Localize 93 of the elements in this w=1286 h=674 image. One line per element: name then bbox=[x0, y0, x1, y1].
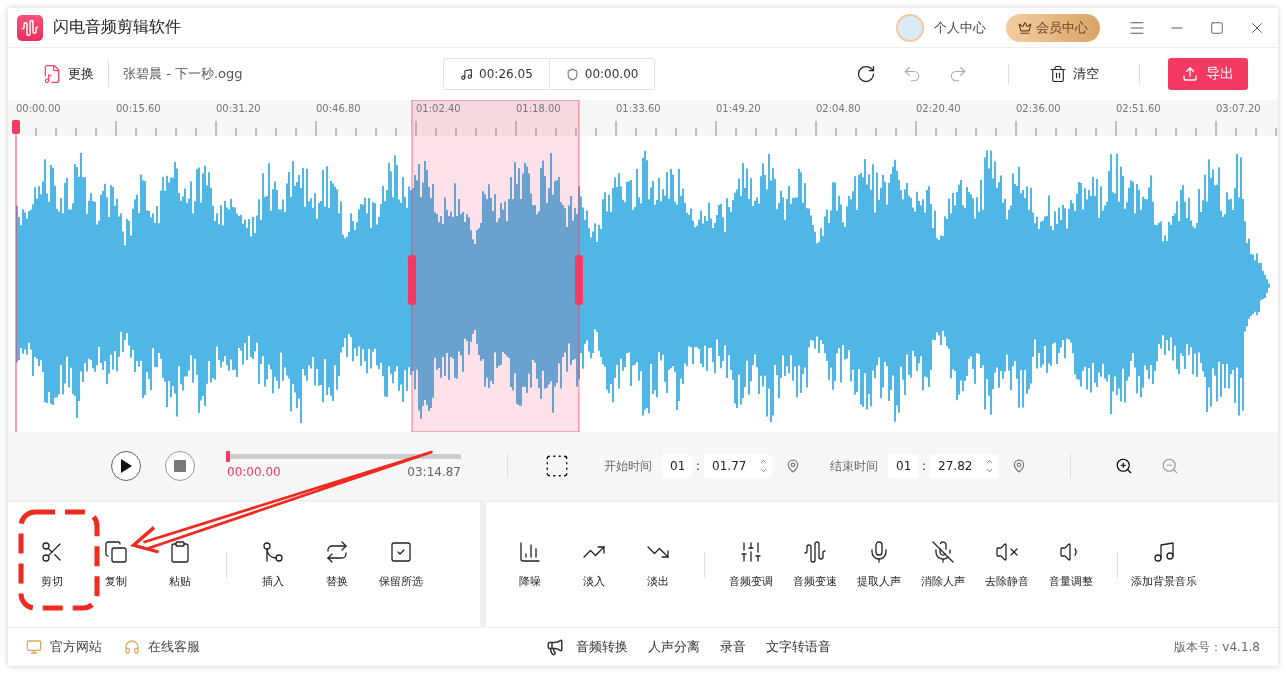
music-note-icon bbox=[1152, 540, 1176, 564]
ruler-label: 00:31.20 bbox=[216, 103, 261, 114]
stop-icon bbox=[174, 460, 186, 472]
app-logo-icon bbox=[17, 14, 43, 41]
ruler-label: 00:00.00 bbox=[16, 103, 61, 114]
sliders-icon bbox=[739, 540, 763, 564]
tool-button[interactable]: 提取人声 bbox=[847, 540, 911, 589]
undo-icon[interactable] bbox=[902, 64, 922, 84]
copy-icon bbox=[104, 540, 128, 564]
file-name: 张碧晨 - 下一秒.ogg bbox=[123, 65, 243, 83]
ruler-label: 00:46.80 bbox=[316, 103, 361, 114]
spinner-icon[interactable] bbox=[985, 457, 995, 475]
time-separator: : bbox=[922, 459, 927, 473]
play-icon bbox=[120, 459, 132, 473]
tool-button[interactable]: 音频变速 bbox=[783, 540, 847, 589]
footer-link[interactable]: 在线客服 bbox=[124, 638, 200, 656]
feature-link[interactable]: 音频转换 bbox=[575, 638, 628, 656]
music-file-icon bbox=[42, 64, 62, 84]
paste-icon bbox=[168, 540, 192, 564]
ruler-label: 01:33.60 bbox=[616, 103, 661, 114]
tool-button[interactable]: 消除人声 bbox=[911, 540, 975, 589]
tool-button[interactable]: 音量调整 bbox=[1039, 540, 1103, 589]
selection-frame-icon[interactable] bbox=[544, 453, 570, 479]
megaphone-icon bbox=[545, 638, 564, 656]
play-button[interactable] bbox=[111, 451, 141, 481]
replace-icon bbox=[325, 540, 349, 564]
end-minute-field[interactable]: 01 bbox=[888, 454, 919, 478]
pin-icon[interactable] bbox=[1012, 459, 1027, 473]
window-title: 闪电音频剪辑软件 bbox=[53, 17, 182, 38]
ruler-label: 02:04.80 bbox=[816, 103, 861, 114]
refresh-icon[interactable] bbox=[856, 64, 876, 84]
tool-button[interactable]: 音频变调 bbox=[719, 540, 783, 589]
version-label: 版本号：v4.1.8 bbox=[1174, 638, 1260, 656]
tool-button[interactable]: 替换 bbox=[305, 540, 369, 589]
start-second-field[interactable]: 01.77 bbox=[704, 454, 773, 478]
trash-icon bbox=[1049, 65, 1067, 83]
noise-bars-icon bbox=[518, 540, 542, 564]
ruler-label: 01:18.00 bbox=[516, 103, 561, 114]
clear-button[interactable]: 清空 bbox=[1049, 65, 1099, 83]
crown-icon bbox=[1018, 20, 1032, 35]
insert-icon bbox=[261, 540, 285, 564]
end-time-label: 结束时间 bbox=[830, 457, 879, 475]
account-link[interactable]: 个人中心 bbox=[934, 18, 986, 37]
progress-track[interactable] bbox=[227, 453, 461, 459]
tool-button[interactable]: 去除静音 bbox=[975, 540, 1039, 589]
end-second-field[interactable]: 27.82 bbox=[930, 454, 999, 478]
tool-button[interactable]: 降噪 bbox=[498, 540, 562, 589]
progress-thumb[interactable] bbox=[226, 450, 230, 462]
feature-link[interactable]: 人声分离 bbox=[647, 638, 700, 656]
selection-end-handle[interactable] bbox=[574, 255, 583, 305]
export-button[interactable]: 导出 bbox=[1168, 58, 1248, 90]
start-time-label: 开始时间 bbox=[604, 457, 652, 475]
replace-button[interactable]: 更换 bbox=[42, 64, 94, 84]
redo-icon[interactable] bbox=[948, 64, 968, 84]
wave-icon bbox=[803, 540, 827, 564]
headset-icon bbox=[124, 639, 140, 655]
zoom-out-icon[interactable] bbox=[1161, 457, 1180, 475]
spinner-icon[interactable] bbox=[759, 457, 769, 475]
monitor-icon bbox=[26, 639, 42, 655]
stop-button[interactable] bbox=[165, 451, 195, 481]
time-separator: : bbox=[696, 459, 701, 473]
upload-icon bbox=[1182, 66, 1198, 82]
tool-button[interactable]: 添加背景音乐 bbox=[1132, 540, 1196, 589]
tool-button[interactable]: 保留所选 bbox=[369, 540, 433, 589]
pin-icon[interactable] bbox=[786, 459, 801, 473]
ruler-label: 02:51.60 bbox=[1116, 103, 1161, 114]
ruler-label: 02:20.40 bbox=[916, 103, 961, 114]
mute-icon bbox=[995, 540, 1019, 564]
feature-link[interactable]: 录音 bbox=[719, 638, 746, 656]
start-minute-field[interactable]: 01 bbox=[662, 454, 692, 478]
vip-button[interactable]: 会员中心 bbox=[1006, 13, 1100, 42]
current-time: 00:00.00 bbox=[227, 464, 281, 479]
selection-length: 00:26.05 bbox=[479, 67, 533, 81]
ruler-label: 00:15.60 bbox=[116, 103, 161, 114]
tool-button[interactable]: 插入 bbox=[241, 540, 305, 589]
keep-selection-icon bbox=[389, 540, 413, 564]
playhead-marker[interactable] bbox=[12, 120, 20, 134]
ruler-label: 01:02.40 bbox=[416, 103, 461, 114]
feature-link[interactable]: 文字转语音 bbox=[765, 638, 831, 656]
ruler-label: 03:07.20 bbox=[1216, 103, 1261, 114]
footer-link[interactable]: 官方网站 bbox=[26, 638, 102, 656]
tool-button[interactable]: 剪切 bbox=[20, 540, 84, 589]
cursor-time: 00:00.00 bbox=[584, 67, 639, 81]
mic-off-icon bbox=[931, 540, 955, 564]
selection-start-handle[interactable] bbox=[407, 255, 416, 305]
ruler-label: 02:36.00 bbox=[1016, 103, 1061, 114]
tool-button[interactable]: 淡出 bbox=[626, 540, 690, 589]
total-duration: 03:14.87 bbox=[407, 464, 461, 479]
tool-button[interactable]: 粘贴 bbox=[148, 540, 212, 589]
tool-button[interactable]: 复制 bbox=[84, 540, 148, 589]
tool-button[interactable]: 淡入 bbox=[562, 540, 626, 589]
ruler-label: 01:49.20 bbox=[716, 103, 761, 114]
zoom-in-icon[interactable] bbox=[1115, 457, 1134, 475]
